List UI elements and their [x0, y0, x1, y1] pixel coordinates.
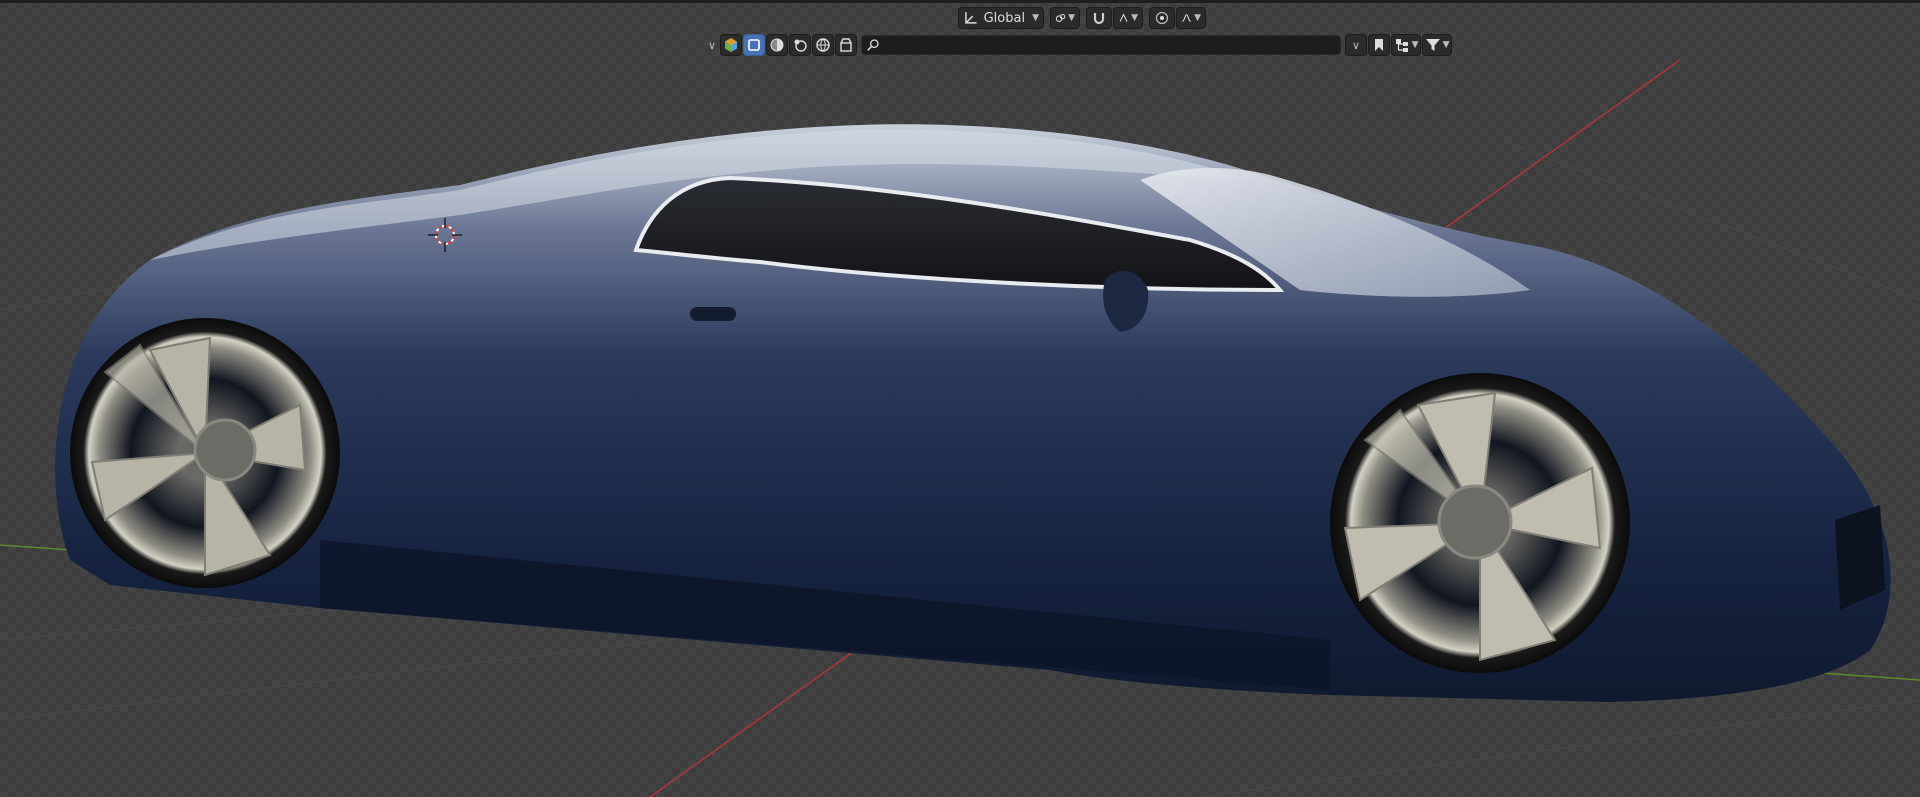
collection-icon	[748, 39, 760, 51]
search-input[interactable]	[884, 37, 1341, 53]
falloff-dropdown[interactable]: ▼	[1176, 7, 1206, 29]
snap-target-dropdown[interactable]: ▼	[1113, 7, 1143, 29]
pivot-point-dropdown[interactable]: ▼	[1050, 7, 1080, 29]
world-icon	[816, 38, 830, 52]
shading-icon	[770, 38, 784, 52]
chevron-down-icon: ▼	[1442, 40, 1450, 50]
material-toggle[interactable]	[789, 34, 812, 56]
viewport-header-tools: Global ▼ ▼ ▼ ▼	[958, 6, 1206, 30]
shading-toggle[interactable]	[766, 34, 789, 56]
bookmark-icon	[1375, 39, 1384, 51]
material-icon	[794, 39, 807, 52]
display-mode-icon[interactable]: ∨	[708, 39, 716, 52]
snap-magnet-icon	[1093, 13, 1105, 25]
filter-type-group	[720, 34, 858, 56]
pivot-point-icon	[1055, 14, 1066, 22]
proportional-editing-icon	[1155, 11, 1169, 25]
search-icon	[867, 39, 879, 51]
filter-icon	[1425, 39, 1440, 51]
filter-bar: ∨ ∨ ▼ ▼	[706, 34, 1453, 56]
front-wheel	[1330, 373, 1630, 673]
transform-axes-icon	[965, 12, 977, 24]
object-type-toggle[interactable]	[720, 34, 743, 56]
viewport-scene	[0, 59, 1920, 797]
3d-viewport[interactable]: Global ▼ ▼ ▼ ▼ ∨ ∨ ▼ ▼	[0, 0, 1920, 797]
object-type-icon	[725, 38, 738, 52]
proportional-editing-toggle[interactable]	[1149, 7, 1175, 29]
chevron-down-icon: ▼	[1194, 13, 1201, 23]
snapping-toggle[interactable]	[1086, 7, 1112, 29]
world-toggle[interactable]	[812, 34, 835, 56]
scene-icon	[840, 38, 852, 52]
chevron-down-icon: ▼	[1068, 13, 1075, 23]
filter-right-group: ∨ ▼ ▼	[1345, 34, 1453, 56]
filter-dropdown[interactable]: ▼	[1422, 34, 1453, 56]
door-handle	[690, 307, 736, 321]
hierarchy-icon	[1395, 39, 1408, 52]
transform-orientation-value: Global	[983, 10, 1026, 26]
transform-orientation-dropdown[interactable]: Global ▼	[958, 7, 1044, 29]
snap-increment-icon	[1119, 13, 1128, 22]
chevron-down-icon: ∨	[1352, 38, 1361, 52]
rear-wheel	[70, 318, 340, 588]
collection-toggle[interactable]	[743, 34, 766, 56]
proportional-group: ▼	[1149, 7, 1206, 29]
snapping-group: ▼	[1086, 7, 1143, 29]
search-field[interactable]	[861, 35, 1342, 55]
collapse-toggle[interactable]: ∨	[1345, 34, 1368, 56]
hierarchy-dropdown[interactable]: ▼	[1391, 34, 1422, 56]
chevron-down-icon: ▼	[1411, 40, 1419, 50]
chevron-down-icon: ▼	[1131, 13, 1138, 23]
scene-toggle[interactable]	[835, 34, 858, 56]
falloff-curve-icon	[1182, 14, 1191, 22]
bookmark-button[interactable]	[1368, 34, 1391, 56]
chevron-down-icon: ▼	[1032, 13, 1039, 23]
